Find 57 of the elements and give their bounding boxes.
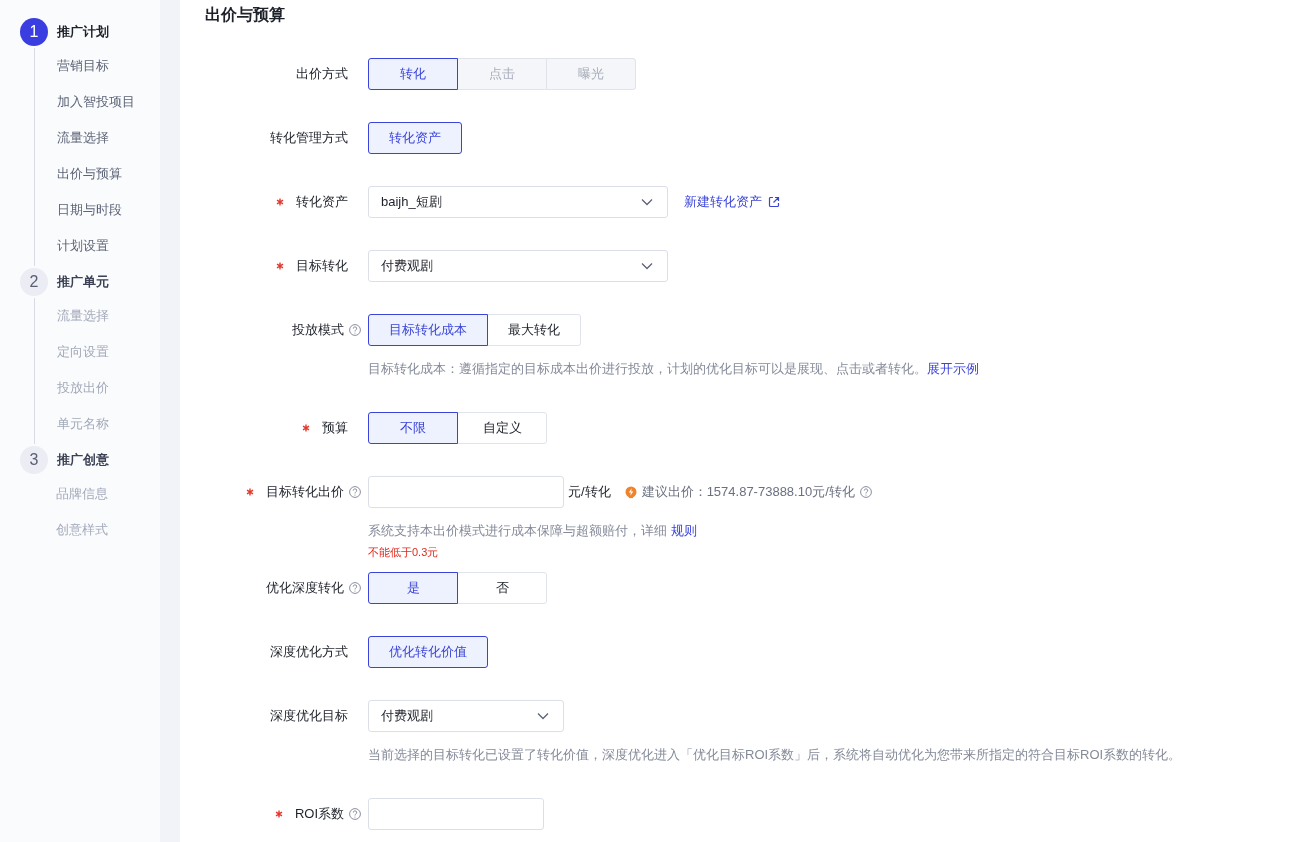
- field-label: 预算: [322, 419, 348, 437]
- chevron-down-icon: [641, 262, 653, 270]
- option-button[interactable]: 优化转化价值: [368, 636, 488, 668]
- lightning-icon: [624, 485, 637, 499]
- sidebar-item[interactable]: 出价与预算: [57, 156, 160, 192]
- external-link-icon: [768, 196, 780, 208]
- select-field[interactable]: baijh_短剧: [368, 186, 668, 218]
- sidebar-item[interactable]: 流量选择: [57, 120, 160, 156]
- step-title[interactable]: 推广创意: [57, 451, 109, 469]
- select-field[interactable]: 付费观剧: [368, 250, 668, 282]
- field-label: 深度优化方式: [270, 643, 348, 661]
- chevron-down-icon: [641, 198, 653, 206]
- input-field[interactable]: [368, 798, 544, 830]
- option-button[interactable]: 转化资产: [368, 122, 462, 154]
- section-title: 出价与预算: [205, 5, 286, 25]
- help-icon[interactable]: [349, 486, 361, 498]
- field-label: ROI系数: [294, 805, 344, 823]
- field-label: 目标转化: [296, 257, 348, 275]
- sidebar-item[interactable]: 计划设置: [57, 228, 160, 264]
- unit-text: 元/转化: [568, 483, 611, 501]
- error-text: 不能低于0.3元: [368, 545, 440, 560]
- chevron-down-icon: [537, 712, 549, 720]
- option-button[interactable]: 不限: [368, 412, 458, 444]
- field-label: 投放模式: [292, 321, 344, 339]
- sidebar-item[interactable]: 加入智投项目: [57, 84, 160, 120]
- option-button[interactable]: 目标转化成本: [368, 314, 488, 346]
- help-icon[interactable]: [349, 582, 361, 594]
- help-icon: [859, 486, 872, 498]
- hint-link[interactable]: 展开示例: [927, 361, 979, 376]
- step-number: 3: [20, 446, 48, 474]
- step-title[interactable]: 推广单元: [57, 273, 109, 291]
- step-number: 2: [20, 268, 48, 296]
- field-label: 深度优化目标: [270, 707, 348, 725]
- field-label: 目标转化出价: [266, 483, 344, 501]
- option-button[interactable]: 是: [368, 572, 458, 604]
- field-label: 转化资产: [296, 193, 348, 211]
- select-field[interactable]: 付费观剧: [368, 700, 564, 732]
- option-button[interactable]: 否: [457, 572, 547, 604]
- field-label: 出价方式: [296, 65, 348, 83]
- create-link[interactable]: 新建转化资产: [684, 193, 762, 211]
- hint-text: 目标转化成本：遵循指定的目标成本出价进行投放，计划的优化目标可以是展现、点击或者转化。展开示例: [368, 360, 979, 378]
- help-icon[interactable]: [349, 808, 361, 820]
- input-field[interactable]: [368, 476, 564, 508]
- step-title[interactable]: 推广计划: [57, 23, 109, 41]
- help-icon[interactable]: [349, 324, 361, 336]
- option-button[interactable]: 自定义: [457, 412, 547, 444]
- sidebar-item[interactable]: 日期与时段: [57, 192, 160, 228]
- option-button[interactable]: 转化: [368, 58, 458, 90]
- field-label: 优化深度转化: [266, 579, 344, 597]
- option-button[interactable]: 最大转化: [487, 314, 581, 346]
- hint-link[interactable]: 规则: [670, 523, 697, 538]
- suggested-bid-text: 建议出价：1574.87-73888.10元/转化: [641, 483, 855, 501]
- hint-text: 当前选择的目标转化已设置了转化价值，深度优化进入「优化目标ROI系数」后，系统将自动优化为您带来所指定的符合目标ROI系数的转化。: [368, 746, 1182, 764]
- hint-text: 系统支持本出价模式进行成本保障与超额赔付，详细 规则: [368, 522, 698, 540]
- step-number: 1: [20, 18, 48, 46]
- sidebar-item[interactable]: 营销目标: [57, 48, 160, 84]
- field-label: 转化管理方式: [270, 129, 348, 147]
